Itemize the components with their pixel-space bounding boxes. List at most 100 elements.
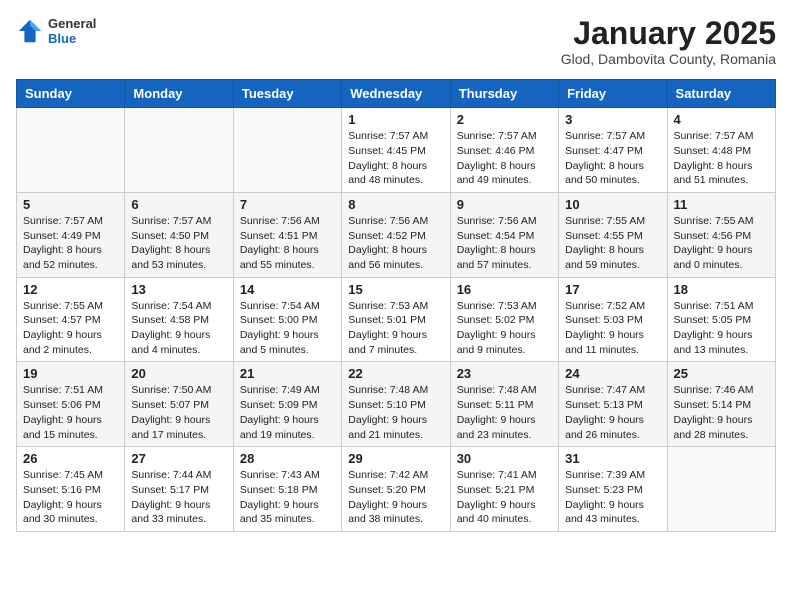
logo-blue-text: Blue <box>48 31 96 46</box>
day-number: 9 <box>457 197 552 212</box>
day-number: 17 <box>565 282 660 297</box>
calendar-week-row: 1 Sunrise: 7:57 AM Sunset: 4:45 PM Daylig… <box>17 108 776 193</box>
calendar-cell: 2 Sunrise: 7:57 AM Sunset: 4:46 PM Daylig… <box>450 108 558 193</box>
day-number: 29 <box>348 451 443 466</box>
day-number: 8 <box>348 197 443 212</box>
weekday-header: Friday <box>559 80 667 108</box>
day-number: 19 <box>23 366 118 381</box>
day-info: Sunrise: 7:55 AM Sunset: 4:55 PM Dayligh… <box>565 214 660 273</box>
logo-icon <box>16 17 44 45</box>
day-info: Sunrise: 7:57 AM Sunset: 4:47 PM Dayligh… <box>565 129 660 188</box>
day-number: 2 <box>457 112 552 127</box>
calendar-cell: 31 Sunrise: 7:39 AM Sunset: 5:23 PM Dayli… <box>559 447 667 532</box>
day-number: 1 <box>348 112 443 127</box>
day-info: Sunrise: 7:54 AM Sunset: 5:00 PM Dayligh… <box>240 299 335 358</box>
calendar-cell: 5 Sunrise: 7:57 AM Sunset: 4:49 PM Daylig… <box>17 192 125 277</box>
day-number: 6 <box>131 197 226 212</box>
calendar-week-row: 12Sunrise: 7:55 AM Sunset: 4:57 PM Dayli… <box>17 277 776 362</box>
calendar-cell: 20Sunrise: 7:50 AM Sunset: 5:07 PM Dayli… <box>125 362 233 447</box>
calendar-cell: 10 Sunrise: 7:55 AM Sunset: 4:55 PM Dayli… <box>559 192 667 277</box>
day-number: 20 <box>131 366 226 381</box>
day-info: Sunrise: 7:54 AM Sunset: 4:58 PM Dayligh… <box>131 299 226 358</box>
day-info: Sunrise: 7:45 AM Sunset: 5:16 PM Dayligh… <box>23 468 118 527</box>
day-number: 31 <box>565 451 660 466</box>
calendar-week-row: 26 Sunrise: 7:45 AM Sunset: 5:16 PM Dayli… <box>17 447 776 532</box>
day-info: Sunrise: 7:39 AM Sunset: 5:23 PM Dayligh… <box>565 468 660 527</box>
calendar-week-row: 19 Sunrise: 7:51 AM Sunset: 5:06 PM Dayli… <box>17 362 776 447</box>
day-info: Sunrise: 7:57 AM Sunset: 4:45 PM Dayligh… <box>348 129 443 188</box>
day-info: Sunrise: 7:57 AM Sunset: 4:48 PM Dayligh… <box>674 129 769 188</box>
calendar-cell: 24 Sunrise: 7:47 AM Sunset: 5:13 PM Dayli… <box>559 362 667 447</box>
day-number: 5 <box>23 197 118 212</box>
month-title: January 2025 <box>561 16 776 51</box>
day-number: 13 <box>131 282 226 297</box>
calendar-cell: 27Sunrise: 7:44 AM Sunset: 5:17 PM Dayli… <box>125 447 233 532</box>
calendar-cell: 12Sunrise: 7:55 AM Sunset: 4:57 PM Dayli… <box>17 277 125 362</box>
day-number: 7 <box>240 197 335 212</box>
day-info: Sunrise: 7:46 AM Sunset: 5:14 PM Dayligh… <box>674 383 769 442</box>
day-info: Sunrise: 7:47 AM Sunset: 5:13 PM Dayligh… <box>565 383 660 442</box>
weekday-header: Tuesday <box>233 80 341 108</box>
day-info: Sunrise: 7:55 AM Sunset: 4:57 PM Dayligh… <box>23 299 118 358</box>
day-info: Sunrise: 7:57 AM Sunset: 4:46 PM Dayligh… <box>457 129 552 188</box>
day-number: 18 <box>674 282 769 297</box>
day-info: Sunrise: 7:52 AM Sunset: 5:03 PM Dayligh… <box>565 299 660 358</box>
calendar-cell: 17 Sunrise: 7:52 AM Sunset: 5:03 PM Dayli… <box>559 277 667 362</box>
calendar-cell: 16 Sunrise: 7:53 AM Sunset: 5:02 PM Dayli… <box>450 277 558 362</box>
calendar-cell: 23Sunrise: 7:48 AM Sunset: 5:11 PM Dayli… <box>450 362 558 447</box>
day-number: 4 <box>674 112 769 127</box>
day-info: Sunrise: 7:51 AM Sunset: 5:05 PM Dayligh… <box>674 299 769 358</box>
page-header: General Blue January 2025 Glod, Dambovit… <box>16 16 776 67</box>
day-number: 28 <box>240 451 335 466</box>
weekday-header: Saturday <box>667 80 775 108</box>
day-number: 3 <box>565 112 660 127</box>
day-info: Sunrise: 7:56 AM Sunset: 4:52 PM Dayligh… <box>348 214 443 273</box>
weekday-header: Thursday <box>450 80 558 108</box>
day-info: Sunrise: 7:49 AM Sunset: 5:09 PM Dayligh… <box>240 383 335 442</box>
day-info: Sunrise: 7:43 AM Sunset: 5:18 PM Dayligh… <box>240 468 335 527</box>
calendar-table: SundayMondayTuesdayWednesdayThursdayFrid… <box>16 79 776 532</box>
calendar-cell: 21Sunrise: 7:49 AM Sunset: 5:09 PM Dayli… <box>233 362 341 447</box>
day-info: Sunrise: 7:41 AM Sunset: 5:21 PM Dayligh… <box>457 468 552 527</box>
weekday-header: Wednesday <box>342 80 450 108</box>
calendar-cell: 11Sunrise: 7:55 AM Sunset: 4:56 PM Dayli… <box>667 192 775 277</box>
calendar-cell <box>125 108 233 193</box>
day-number: 26 <box>23 451 118 466</box>
day-number: 24 <box>565 366 660 381</box>
day-info: Sunrise: 7:48 AM Sunset: 5:10 PM Dayligh… <box>348 383 443 442</box>
weekday-header: Sunday <box>17 80 125 108</box>
day-number: 25 <box>674 366 769 381</box>
calendar-cell: 4 Sunrise: 7:57 AM Sunset: 4:48 PM Daylig… <box>667 108 775 193</box>
calendar-cell: 13 Sunrise: 7:54 AM Sunset: 4:58 PM Dayli… <box>125 277 233 362</box>
calendar-cell: 29 Sunrise: 7:42 AM Sunset: 5:20 PM Dayli… <box>342 447 450 532</box>
calendar-cell: 15 Sunrise: 7:53 AM Sunset: 5:01 PM Dayli… <box>342 277 450 362</box>
logo-general-text: General <box>48 16 96 31</box>
location-subtitle: Glod, Dambovita County, Romania <box>561 51 776 67</box>
calendar-cell: 18 Sunrise: 7:51 AM Sunset: 5:05 PM Dayli… <box>667 277 775 362</box>
day-info: Sunrise: 7:57 AM Sunset: 4:50 PM Dayligh… <box>131 214 226 273</box>
day-number: 16 <box>457 282 552 297</box>
calendar-cell: 9 Sunrise: 7:56 AM Sunset: 4:54 PM Daylig… <box>450 192 558 277</box>
day-info: Sunrise: 7:56 AM Sunset: 4:51 PM Dayligh… <box>240 214 335 273</box>
calendar-cell: 30 Sunrise: 7:41 AM Sunset: 5:21 PM Dayli… <box>450 447 558 532</box>
calendar-cell: 3 Sunrise: 7:57 AM Sunset: 4:47 PM Daylig… <box>559 108 667 193</box>
day-number: 15 <box>348 282 443 297</box>
day-number: 23 <box>457 366 552 381</box>
day-info: Sunrise: 7:51 AM Sunset: 5:06 PM Dayligh… <box>23 383 118 442</box>
day-info: Sunrise: 7:57 AM Sunset: 4:49 PM Dayligh… <box>23 214 118 273</box>
day-info: Sunrise: 7:53 AM Sunset: 5:01 PM Dayligh… <box>348 299 443 358</box>
calendar-cell <box>17 108 125 193</box>
day-number: 10 <box>565 197 660 212</box>
day-info: Sunrise: 7:53 AM Sunset: 5:02 PM Dayligh… <box>457 299 552 358</box>
calendar-cell: 19 Sunrise: 7:51 AM Sunset: 5:06 PM Dayli… <box>17 362 125 447</box>
calendar-cell <box>233 108 341 193</box>
calendar-cell: 8 Sunrise: 7:56 AM Sunset: 4:52 PM Daylig… <box>342 192 450 277</box>
calendar-week-row: 5 Sunrise: 7:57 AM Sunset: 4:49 PM Daylig… <box>17 192 776 277</box>
day-info: Sunrise: 7:56 AM Sunset: 4:54 PM Dayligh… <box>457 214 552 273</box>
day-number: 30 <box>457 451 552 466</box>
calendar-cell: 1 Sunrise: 7:57 AM Sunset: 4:45 PM Daylig… <box>342 108 450 193</box>
calendar-cell: 6 Sunrise: 7:57 AM Sunset: 4:50 PM Daylig… <box>125 192 233 277</box>
day-info: Sunrise: 7:42 AM Sunset: 5:20 PM Dayligh… <box>348 468 443 527</box>
logo-text: General Blue <box>48 16 96 46</box>
day-number: 27 <box>131 451 226 466</box>
